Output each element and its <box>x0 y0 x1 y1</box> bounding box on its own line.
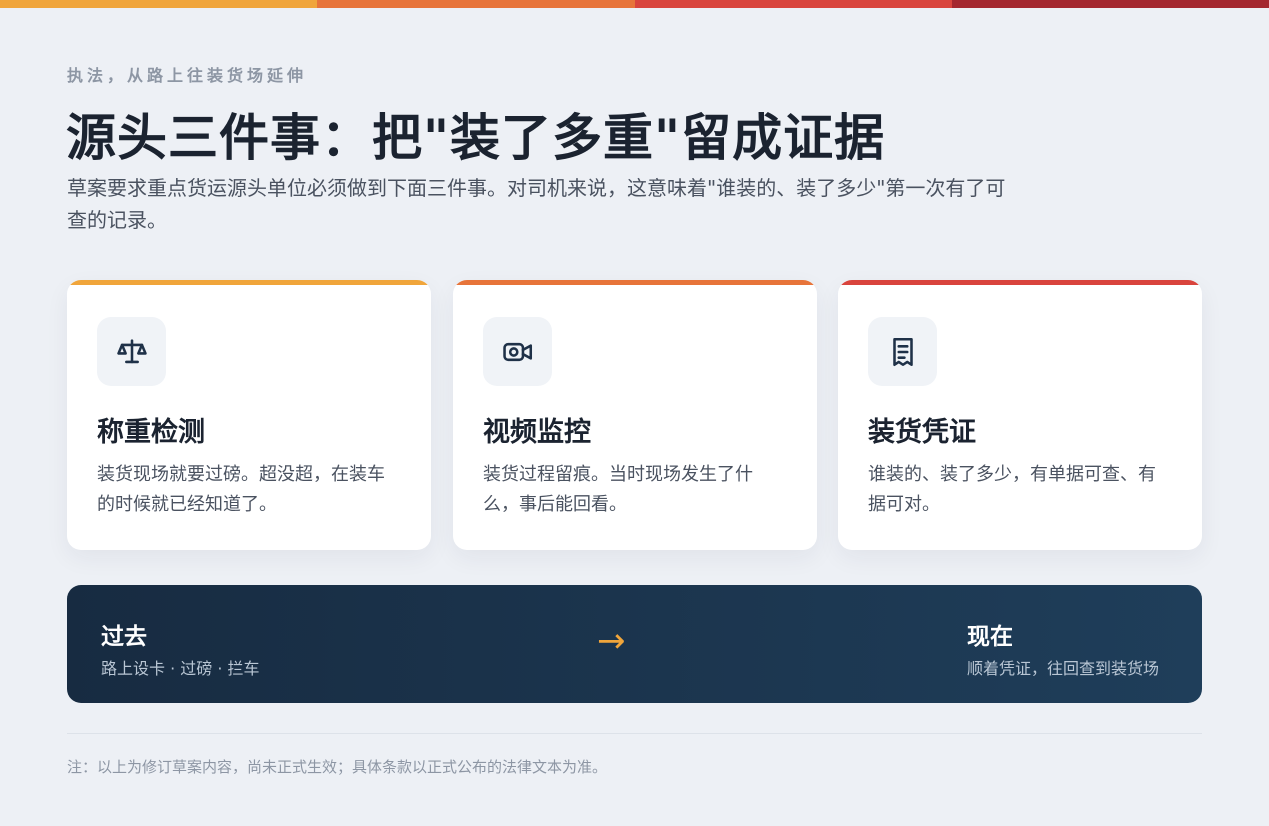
card-accent <box>838 280 1202 285</box>
now-subtitle: 顺着凭证，往回查到装货场 <box>967 659 1160 678</box>
comparison-banner: 过去 路上设卡 · 过磅 · 拦车 → 现在 顺着凭证，往回查到装货场 <box>67 585 1202 703</box>
top-color-bar <box>0 0 1269 8</box>
top-bar-segment-1 <box>0 0 318 8</box>
receipt-icon <box>868 317 937 386</box>
card-text: 谁装的、装了多少，有单据可查、有据可对。 <box>868 464 1156 515</box>
card-receipt: 装货凭证 谁装的、装了多少，有单据可查、有据可对。 <box>838 280 1202 550</box>
past-subtitle: 路上设卡 · 过磅 · 拦车 <box>101 659 260 678</box>
card-title: 视频监控 <box>483 417 591 448</box>
video-camera-icon <box>483 317 552 386</box>
page-description: 草案要求重点货运源头单位必须做到下面三件事。对司机来说，这意味着"谁装的、装了多… <box>67 176 1006 232</box>
footnote: 注：以上为修订草案内容，尚未正式生效；具体条款以正式公布的法律文本为准。 <box>67 758 608 776</box>
now-label: 现在 <box>967 624 1013 650</box>
card-video: 视频监控 装货过程留痕。当时现场发生了什么，事后能回看。 <box>453 280 817 550</box>
card-title: 装货凭证 <box>868 417 976 448</box>
page-title: 源头三件事：把"装了多重"留成证据 <box>66 109 886 167</box>
top-bar-segment-2 <box>317 0 635 8</box>
divider <box>67 733 1202 734</box>
top-bar-segment-3 <box>634 0 952 8</box>
card-weighing: 称重检测 装货现场就要过磅。超没超，在装车的时候就已经知道了。 <box>67 280 431 550</box>
card-text: 装货现场就要过磅。超没超，在装车的时候就已经知道了。 <box>97 464 385 515</box>
card-accent <box>453 280 817 285</box>
past-label: 过去 <box>101 624 147 650</box>
card-text: 装货过程留痕。当时现场发生了什么，事后能回看。 <box>483 464 753 515</box>
scale-icon <box>97 317 166 386</box>
arrow-right-icon: → <box>597 621 626 661</box>
card-title: 称重检测 <box>97 417 205 448</box>
card-accent <box>67 280 431 285</box>
top-bar-segment-4 <box>951 0 1269 8</box>
kicker: 执法，从路上往装货场延伸 <box>67 66 308 85</box>
